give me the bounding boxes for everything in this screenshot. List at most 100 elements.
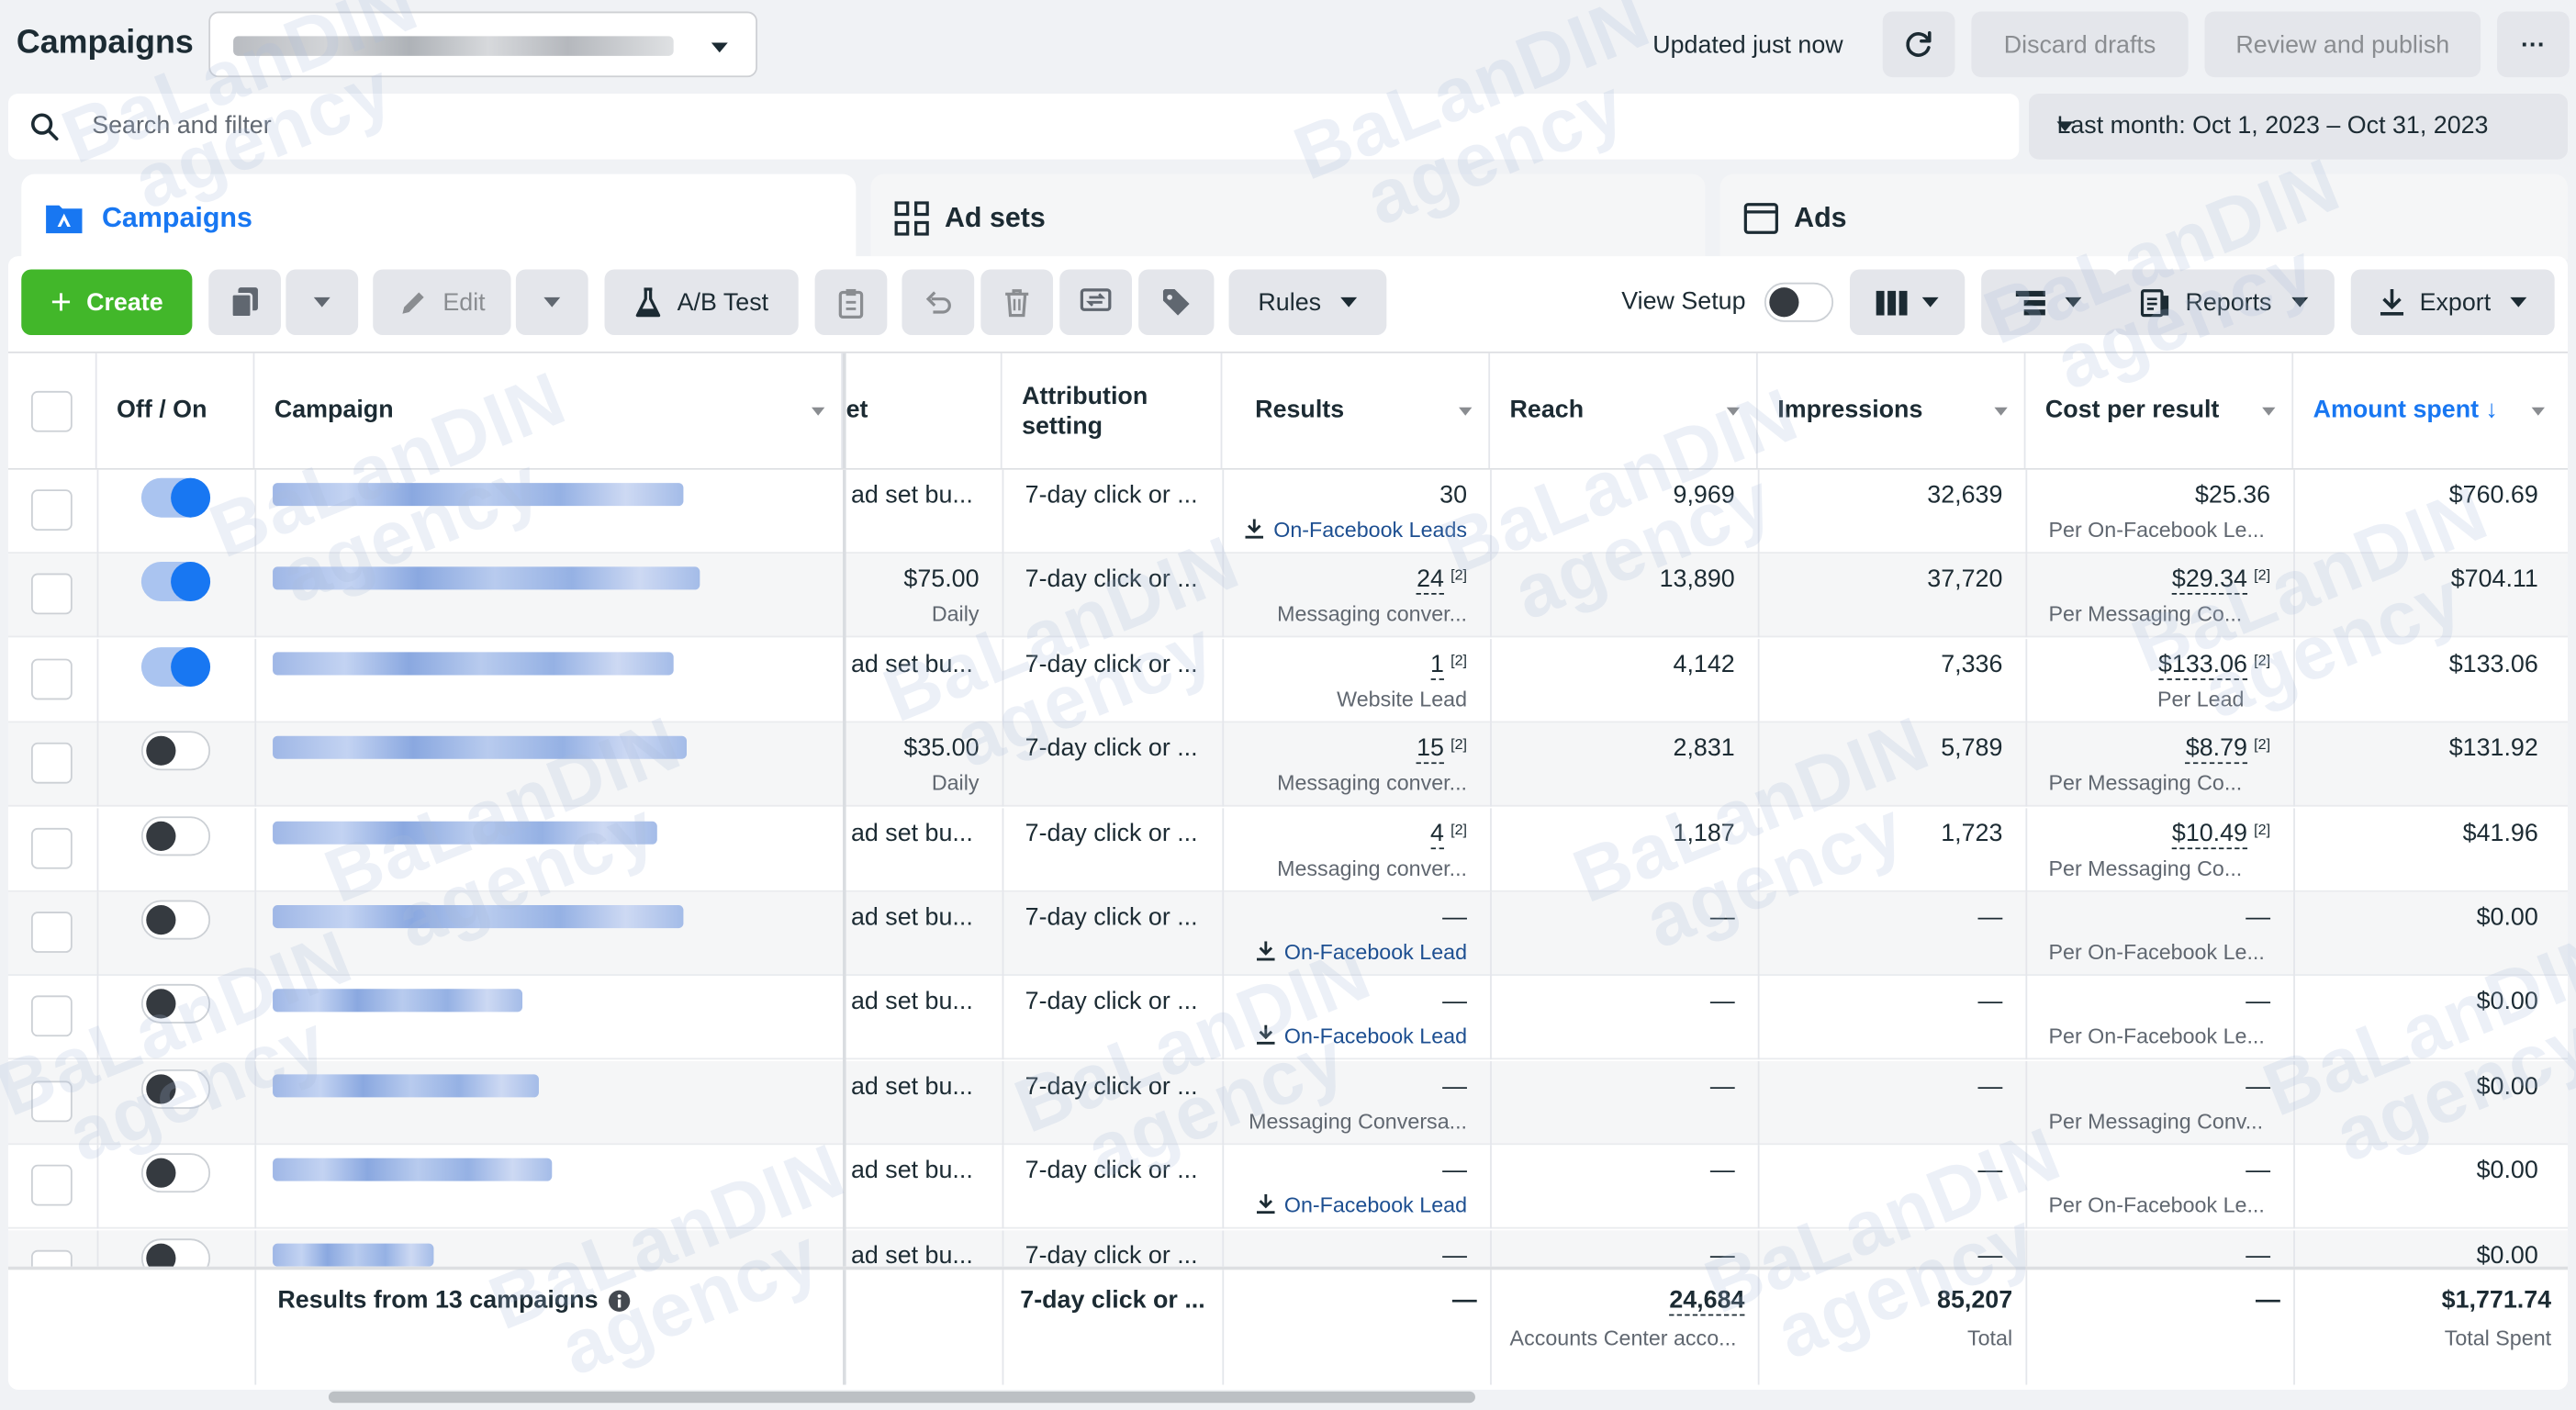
attribution-value: 7-day click or ...: [1025, 819, 1198, 847]
campaign-toggle[interactable]: [140, 815, 211, 856]
campaign-toggle[interactable]: [140, 731, 211, 771]
campaign-name-redacted[interactable]: [273, 989, 523, 1013]
header-reach[interactable]: Reach: [1490, 352, 1758, 469]
campaign-name-redacted[interactable]: [273, 1073, 539, 1098]
header-impressions[interactable]: Impressions: [1758, 352, 2026, 469]
row-checkbox[interactable]: [31, 1080, 73, 1122]
table-row[interactable]: ad set bu... 7-day click or ... 1 [2] Websit…: [7, 638, 2568, 723]
row-checkbox[interactable]: [31, 1165, 73, 1206]
export-button[interactable]: Export: [2350, 269, 2555, 336]
row-checkbox[interactable]: [31, 574, 73, 615]
attribution-value: 7-day click or ...: [1025, 988, 1198, 1016]
campaign-name-redacted[interactable]: [273, 821, 657, 845]
header-results[interactable]: Results: [1222, 352, 1491, 469]
campaign-toggle[interactable]: [140, 900, 211, 940]
edit-dropdown[interactable]: [515, 269, 588, 336]
delete-button[interactable]: [980, 269, 1054, 336]
campaign-name-redacted[interactable]: [273, 652, 674, 676]
table-row[interactable]: ad set bu... 7-day click or ... 4 [2] Messag…: [7, 807, 2568, 891]
attribution-value: 7-day click or ...: [1025, 1157, 1198, 1185]
table-row[interactable]: $35.00 Daily 7-day click or ... 15 [2] Messag…: [7, 722, 2568, 807]
table-row[interactable]: ad set bu... 7-day click or ... 30 On-Faceb…: [7, 469, 2568, 554]
trash-icon: [1005, 289, 1029, 318]
header-attribution[interactable]: Attribution setting: [1002, 352, 1223, 469]
ab-test-button[interactable]: A/B Test: [604, 269, 799, 336]
refresh-icon: [1906, 31, 1932, 57]
plus-icon: +: [50, 281, 72, 322]
info-icon[interactable]: [608, 1289, 631, 1312]
pencil-icon: [401, 291, 423, 313]
edit-button[interactable]: Edit: [373, 269, 511, 336]
header-campaign[interactable]: Campaign: [254, 352, 844, 469]
ab-test-label: A/B Test: [677, 288, 769, 317]
toggle-knob: [146, 1073, 176, 1104]
clipboard-button[interactable]: [814, 269, 888, 336]
duplicate-icon: [230, 287, 258, 319]
refresh-button[interactable]: [1882, 11, 1955, 78]
campaign-name-redacted[interactable]: [273, 1242, 434, 1266]
header-budget[interactable]: et: [843, 352, 1002, 469]
preview-button[interactable]: [1059, 269, 1132, 336]
row-checkbox[interactable]: [31, 827, 73, 868]
reports-label: Reports: [2185, 288, 2272, 317]
campaign-toggle[interactable]: [140, 646, 211, 687]
row-checkbox[interactable]: [31, 743, 73, 784]
campaign-toggle[interactable]: [140, 984, 211, 1024]
export-label: Export: [2419, 288, 2492, 317]
search-input[interactable]: Search and filter: [92, 112, 271, 140]
sort-icon: [2262, 407, 2276, 416]
create-button[interactable]: + Create: [21, 269, 193, 336]
horizontal-scrollbar[interactable]: [328, 1391, 1475, 1404]
tab-campaigns[interactable]: Campaigns: [21, 173, 857, 260]
table-row[interactable]: $75.00 Daily 7-day click or ... 24 [2] Messag…: [7, 554, 2568, 639]
table-row[interactable]: ad set bu... 7-day click or ... — On-Facebo…: [7, 976, 2568, 1060]
campaign-toggle[interactable]: [140, 477, 211, 518]
header-off-on[interactable]: Off / On: [97, 352, 255, 469]
duplicate-dropdown[interactable]: [286, 269, 359, 336]
view-setup-toggle[interactable]: [1764, 282, 1834, 322]
download-icon: [1256, 941, 1275, 961]
select-all-checkbox[interactable]: [31, 390, 73, 432]
reach-value: 1,187: [1673, 819, 1735, 847]
date-range-picker[interactable]: Last month: Oct 1, 2023 – Oct 31, 2023: [2029, 94, 2568, 160]
campaign-toggle[interactable]: [140, 1153, 211, 1193]
sort-icon: [1994, 407, 2008, 416]
table-row[interactable]: ad set bu... 7-day click or ... — On-Facebo…: [7, 1145, 2568, 1229]
search-bar[interactable]: Search and filter: [7, 94, 2020, 160]
discard-drafts-button[interactable]: Discard drafts: [1971, 11, 2189, 78]
amount-spent-value: $0.00: [2476, 1072, 2538, 1101]
more-options-button[interactable]: ···: [2497, 11, 2570, 78]
reports-button[interactable]: Reports: [2114, 269, 2335, 336]
tag-button[interactable]: [1138, 269, 1215, 336]
row-checkbox[interactable]: [31, 489, 73, 532]
campaign-name-redacted[interactable]: [273, 736, 688, 760]
review-publish-button[interactable]: Review and publish: [2204, 11, 2481, 78]
chevron-down-icon: [2510, 297, 2527, 308]
campaign-name-redacted[interactable]: [273, 1158, 553, 1181]
campaign-toggle[interactable]: [140, 562, 211, 602]
tab-ads[interactable]: Ads: [1719, 173, 2568, 260]
campaign-name-redacted[interactable]: [273, 483, 684, 507]
table-row[interactable]: ad set bu... 7-day click or ... — On-Facebo…: [7, 891, 2568, 976]
table-row[interactable]: ad set bu... 7-day click or ... — Messaging…: [7, 1060, 2568, 1145]
tab-ad-sets[interactable]: Ad sets: [870, 173, 1706, 260]
header-cost-per-result[interactable]: Cost per result: [2025, 352, 2294, 469]
tab-ads-label: Ads: [1794, 202, 1847, 234]
amount-spent-value: $0.00: [2476, 1157, 2538, 1185]
rules-button[interactable]: Rules: [1228, 269, 1387, 336]
row-checkbox[interactable]: [31, 658, 73, 699]
campaign-name-redacted[interactable]: [273, 905, 684, 929]
breakdown-button[interactable]: [1981, 269, 2116, 336]
campaign-name-redacted[interactable]: [273, 567, 700, 591]
row-checkbox[interactable]: [31, 996, 73, 1037]
account-selector[interactable]: [208, 11, 757, 78]
row-checkbox[interactable]: [31, 912, 73, 953]
columns-button[interactable]: [1849, 269, 1966, 336]
budget-value: ad set bu...: [850, 819, 973, 847]
undo-button[interactable]: [902, 269, 975, 336]
duplicate-button[interactable]: [208, 269, 282, 336]
campaign-toggle[interactable]: [140, 1069, 211, 1109]
summary-impressions-sub: Total: [1966, 1326, 2013, 1350]
header-amount-spent[interactable]: Amount spent ↓: [2293, 353, 2568, 468]
impressions-value: 5,789: [1941, 734, 2003, 763]
